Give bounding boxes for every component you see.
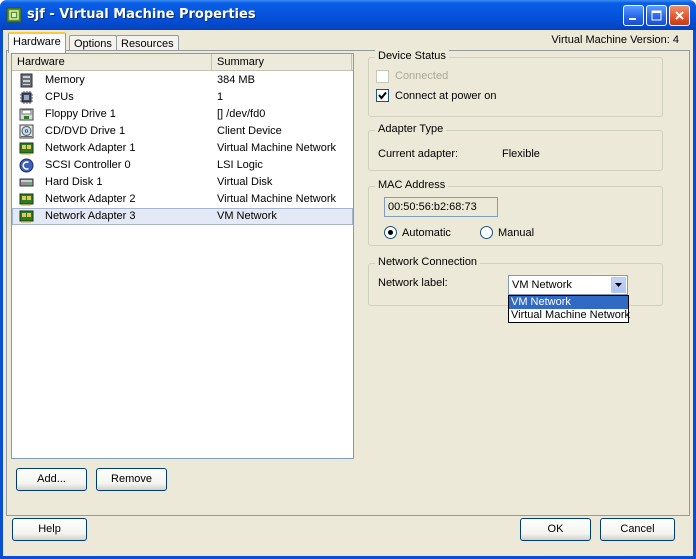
table-row-memory[interactable]: Memory 384 MB [12, 72, 353, 89]
network-label-selected-value: VM Network [512, 279, 572, 291]
row-summary: Virtual Machine Network [217, 193, 337, 205]
adapter-type-title: Adapter Type [375, 123, 447, 135]
close-button[interactable] [669, 5, 690, 26]
table-row-hard-disk-1[interactable]: Hard Disk 1 Virtual Disk [12, 174, 353, 191]
hardware-tab-panel: Hardware Summary Memory 384 MB CPUs 1 Fl… [6, 50, 690, 516]
row-name: Floppy Drive 1 [45, 108, 116, 120]
current-adapter-label: Current adapter: [378, 148, 459, 160]
row-name: SCSI Controller 0 [45, 159, 131, 171]
remove-button[interactable]: Remove [96, 468, 167, 491]
vm-app-icon [6, 7, 22, 23]
column-header-summary[interactable]: Summary [212, 54, 352, 70]
network-adapter-icon [19, 142, 34, 155]
automatic-label: Automatic [402, 227, 451, 239]
maximize-icon [651, 10, 662, 21]
scsi-controller-icon [19, 158, 34, 173]
row-name: Hard Disk 1 [45, 176, 103, 188]
client-area: Hardware Options Resources Virtual Machi… [3, 30, 693, 556]
device-status-group: Device Status Connected Connect at power… [368, 50, 663, 117]
window-title: sjf - Virtual Machine Properties [27, 7, 256, 22]
hard-disk-icon [19, 178, 34, 187]
row-name: CD/DVD Drive 1 [45, 125, 126, 137]
cdrom-icon [19, 124, 34, 139]
row-summary: Client Device [217, 125, 282, 137]
dropdown-option-vm-network[interactable]: VM Network [509, 296, 628, 309]
table-header: Hardware Summary [12, 54, 353, 71]
connect-at-power-on-checkbox[interactable] [376, 89, 389, 102]
automatic-radio[interactable] [384, 226, 397, 239]
tab-hardware[interactable]: Hardware [8, 32, 66, 53]
network-adapter-icon [19, 210, 34, 223]
close-icon [675, 11, 684, 20]
help-button[interactable]: Help [12, 518, 87, 541]
row-summary: LSI Logic [217, 159, 263, 171]
column-header-hardware[interactable]: Hardware [12, 54, 212, 70]
maximize-button[interactable] [646, 5, 667, 26]
row-name: Memory [45, 74, 85, 86]
network-label-caption: Network label: [378, 277, 448, 289]
table-row-cpus[interactable]: CPUs 1 [12, 89, 353, 106]
mac-address-field[interactable]: 00:50:56:b2:68:73 [384, 197, 498, 217]
title-bar[interactable]: sjf - Virtual Machine Properties [0, 0, 696, 30]
row-summary: 384 MB [217, 74, 255, 86]
dropdown-button[interactable] [611, 277, 626, 293]
row-summary: Virtual Machine Network [217, 142, 337, 154]
table-row-cd-dvd-drive-1[interactable]: CD/DVD Drive 1 Client Device [12, 123, 353, 140]
row-summary: Virtual Disk [217, 176, 273, 188]
row-name: CPUs [45, 91, 74, 103]
minimize-button[interactable] [623, 5, 644, 26]
current-adapter-value: Flexible [502, 148, 540, 160]
connect-at-power-on-label: Connect at power on [395, 90, 497, 102]
network-label-dropdown-list: VM Network Virtual Machine Network [508, 295, 630, 323]
row-name: Network Adapter 3 [45, 210, 136, 222]
table-row-network-adapter-1[interactable]: Network Adapter 1 Virtual Machine Networ… [12, 140, 353, 157]
device-status-title: Device Status [375, 50, 449, 62]
floppy-icon [19, 108, 34, 121]
network-adapter-icon [19, 193, 34, 206]
table-row-scsi-controller-0[interactable]: SCSI Controller 0 LSI Logic [12, 157, 353, 174]
row-summary: VM Network [217, 210, 277, 222]
network-connection-title: Network Connection [375, 256, 481, 268]
network-label-select[interactable]: VM Network [508, 275, 628, 295]
row-summary: [] /dev/fd0 [217, 108, 266, 120]
mac-address-group: MAC Address 00:50:56:b2:68:73 Automatic … [368, 179, 663, 246]
connected-checkbox[interactable] [376, 70, 389, 83]
mac-address-title: MAC Address [375, 179, 449, 191]
table-row-network-adapter-3[interactable]: Network Adapter 3 VM Network [12, 208, 353, 225]
chevron-down-icon [615, 283, 622, 287]
add-button[interactable]: Add... [16, 468, 87, 491]
radio-selected-dot [388, 230, 393, 235]
row-name: Network Adapter 2 [45, 193, 136, 205]
manual-label: Manual [498, 227, 535, 239]
manual-radio[interactable] [480, 226, 493, 239]
cancel-button[interactable]: Cancel [600, 518, 675, 541]
hardware-table[interactable]: Hardware Summary Memory 384 MB CPUs 1 Fl… [11, 53, 354, 459]
dropdown-option-virtual-machine-network[interactable]: Virtual Machine Network [509, 309, 630, 322]
cpu-icon [20, 91, 33, 104]
minimize-icon [629, 18, 636, 20]
row-summary: 1 [217, 91, 224, 103]
connected-label: Connected [395, 70, 449, 82]
vm-version-label: Virtual Machine Version: 4 [551, 34, 679, 46]
memory-icon [20, 73, 33, 88]
table-row-network-adapter-2[interactable]: Network Adapter 2 Virtual Machine Networ… [12, 191, 353, 208]
table-row-floppy-drive-1[interactable]: Floppy Drive 1 [] /dev/fd0 [12, 106, 353, 123]
ok-button[interactable]: OK [520, 518, 591, 541]
adapter-type-group: Adapter Type Current adapter: Flexible [368, 123, 663, 171]
row-name: Network Adapter 1 [45, 142, 136, 154]
checkmark-icon [378, 91, 387, 100]
properties-window: sjf - Virtual Machine Properties Hardwar… [0, 0, 696, 559]
